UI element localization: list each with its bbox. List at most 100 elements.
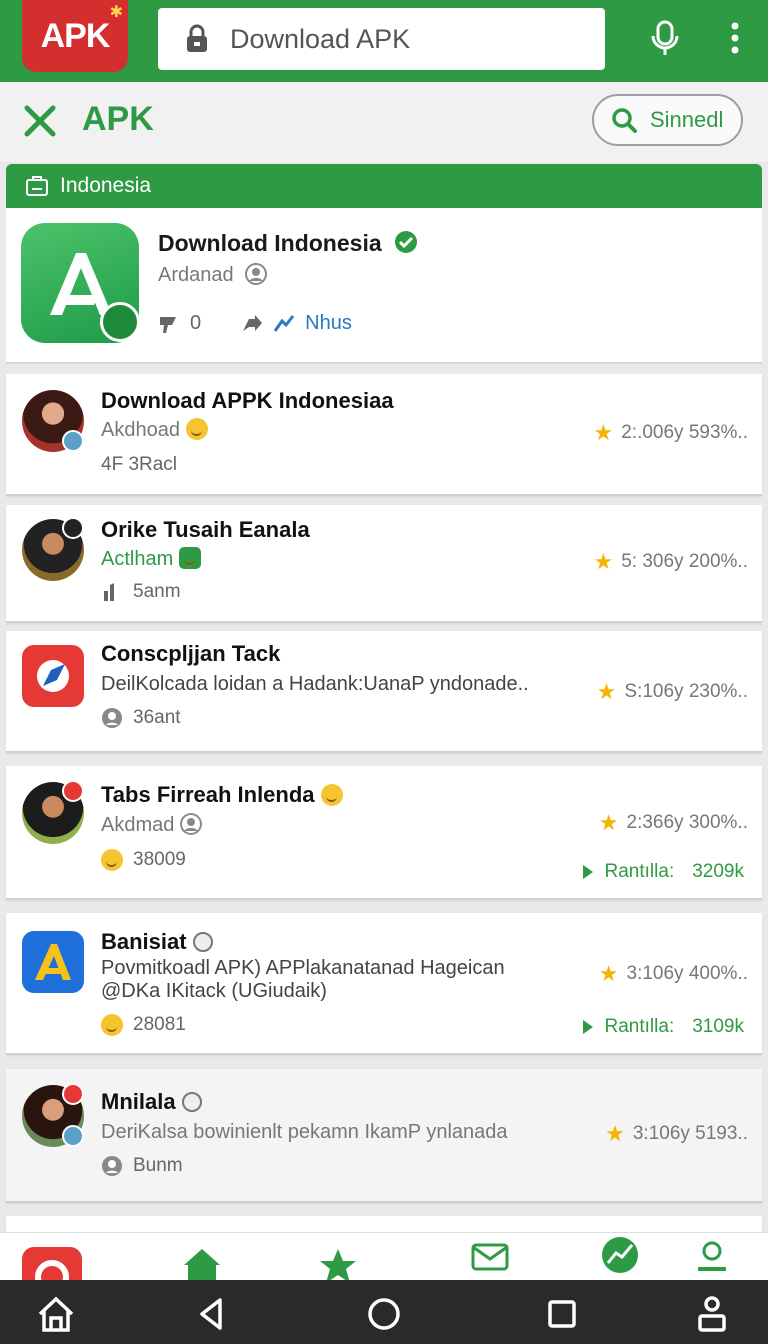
item-rating-text: 3:106y 400%.. [626, 963, 748, 984]
list-item[interactable]: Download APPK Indonesiaa Akdhoad 4F 3Rac… [6, 374, 762, 496]
item-rating-text: 2:.006y 593%.. [621, 422, 748, 443]
item-title: Mnilala [101, 1089, 202, 1115]
featured-tag[interactable]: Nhus [305, 312, 352, 335]
item-rating-text: 5: 306y 200%.. [621, 551, 748, 572]
list-item[interactable]: Banisiat Povmitkoadl APK) APPlakanatanad… [6, 913, 762, 1055]
featured-app-card[interactable]: Download Indonesia Ardanad 0 Nhus [6, 208, 762, 364]
featured-developer: Ardanad [158, 263, 268, 287]
item-title: Conscpljjan Tack [101, 641, 281, 666]
badge-icon [62, 780, 84, 802]
item-subtitle: Akdmad [101, 813, 203, 837]
thumb-icon [104, 583, 114, 601]
install-button[interactable]: Rantılla: 3209k [582, 861, 744, 883]
recents-icon[interactable] [542, 1294, 582, 1334]
account-icon[interactable] [692, 1239, 732, 1279]
item-rating-text: 3:106y 5193.. [632, 1123, 748, 1144]
item-subtitle-text: Actlham [101, 548, 174, 570]
lock-icon [187, 24, 207, 52]
search-input[interactable]: Download APK [158, 8, 605, 70]
item-meta-text: 36ant [133, 707, 181, 728]
more-vert-icon[interactable] [724, 18, 746, 58]
emoji-icon [320, 784, 343, 806]
badge-icon [62, 517, 84, 539]
item-meta: Bunm [101, 1155, 183, 1177]
globe-badge-icon [62, 1125, 84, 1147]
item-meta-text: Bunm [133, 1155, 183, 1176]
star-icon[interactable] [318, 1245, 358, 1280]
item-rating: ★ S:106y 230%.. [597, 679, 748, 705]
star-icon: ★ [598, 961, 619, 986]
item-rating-text: 2:366y 300%.. [626, 812, 748, 833]
sparkle-icon: ✱ [109, 4, 123, 21]
item-subtitle: Povmitkoadl APK) APPlakanatanad Hageican [101, 957, 505, 979]
item-subtitle-2: @DKa IKitack (UGiudaik) [101, 980, 327, 1002]
user-icon [102, 1156, 122, 1176]
apk-logo[interactable]: APK ✱ [22, 0, 128, 72]
item-meta: 4F 3Racl [101, 454, 178, 475]
soccer-ball-icon [181, 1092, 202, 1112]
item-title-text: Banisiat [101, 929, 187, 954]
item-title: Tabs Firreah Inlenda [101, 782, 343, 808]
install-size: 3209k [692, 861, 744, 882]
featured-developer-text: Ardanad [158, 264, 234, 286]
item-rating: ★ 3:106y 400%.. [599, 961, 748, 987]
compass-icon [37, 660, 69, 692]
star-icon: ★ [598, 810, 619, 835]
list-item[interactable]: Mnilala DeriKalsa bowinienlt pekamn Ikam… [6, 1069, 762, 1203]
item-subtitle: DeriKalsa bowinienlt pekamn IkamP ynlana… [101, 1121, 508, 1143]
star-icon: ★ [605, 1121, 625, 1146]
verified-icon [395, 231, 418, 253]
install-label: Rantılla: [604, 861, 675, 882]
featured-title-text: Download Indonesia [158, 230, 382, 256]
user-icon [245, 263, 268, 285]
search-button-label: Sinnedl [650, 107, 724, 132]
emoji-icon [185, 418, 208, 440]
search-text: Download APK [230, 23, 411, 54]
home-icon[interactable] [182, 1245, 222, 1280]
close-icon[interactable] [22, 103, 58, 139]
home-icon[interactable] [36, 1294, 76, 1334]
soccer-ball-icon [192, 932, 213, 952]
item-subtitle-text: Akdmad [101, 814, 175, 836]
mic-icon[interactable] [648, 18, 682, 58]
accessibility-icon[interactable] [692, 1294, 732, 1334]
page-title: APK [82, 100, 154, 138]
item-meta: 5anm [101, 581, 181, 603]
item-meta: 28081 [101, 1014, 186, 1036]
mail-icon[interactable] [470, 1239, 510, 1279]
top-app-bar: APK ✱ Download APK [0, 0, 768, 82]
app-icon [22, 931, 84, 993]
item-rating: ★ 5: 306y 200%.. [594, 549, 749, 575]
shield-badge-icon [100, 302, 140, 342]
app-shortcut-icon[interactable] [22, 1247, 82, 1280]
circle-home-icon[interactable] [364, 1294, 404, 1334]
list-item[interactable]: Orike Tusaih Eanala Actlham 5anm ★ 5: 306… [6, 505, 762, 623]
item-subtitle: Actlham [101, 547, 202, 571]
item-title: Orike Tusaih Eanala [101, 517, 310, 542]
category-header[interactable]: Indonesia [6, 164, 762, 208]
item-title-text: Tabs Firreah Inlenda [101, 782, 315, 807]
item-meta-text: 5anm [133, 581, 181, 602]
featured-title: Download Indonesia [158, 230, 418, 257]
android-icon [179, 547, 202, 569]
item-meta: 36ant [101, 707, 181, 729]
a-logo-icon [35, 944, 71, 980]
item-title: Download APPK Indonesiaa [101, 388, 394, 413]
app-icon [22, 645, 84, 707]
install-button[interactable]: Rantılla: 3109k [582, 1016, 744, 1038]
item-title: Banisiat [101, 929, 213, 955]
install-label: Rantılla: [604, 1016, 675, 1037]
play-icon [582, 865, 593, 879]
list-item[interactable]: Tabs Firreah Inlenda Akdmad 38009 ★ 2:366… [6, 766, 762, 900]
item-meta-text: 38009 [133, 849, 186, 870]
store-icon [26, 176, 48, 196]
item-meta-text: 28081 [133, 1014, 186, 1035]
trending-icon[interactable] [600, 1235, 640, 1275]
star-icon: ★ [593, 420, 614, 445]
back-icon[interactable] [192, 1294, 232, 1334]
list-item[interactable]: Conscpljjan Tack DeilKolcada loidan a Ha… [6, 631, 762, 753]
play-icon [582, 1020, 593, 1034]
search-button[interactable]: Sinnedl [592, 94, 743, 146]
user-icon [102, 708, 122, 728]
user-icon [180, 813, 203, 835]
